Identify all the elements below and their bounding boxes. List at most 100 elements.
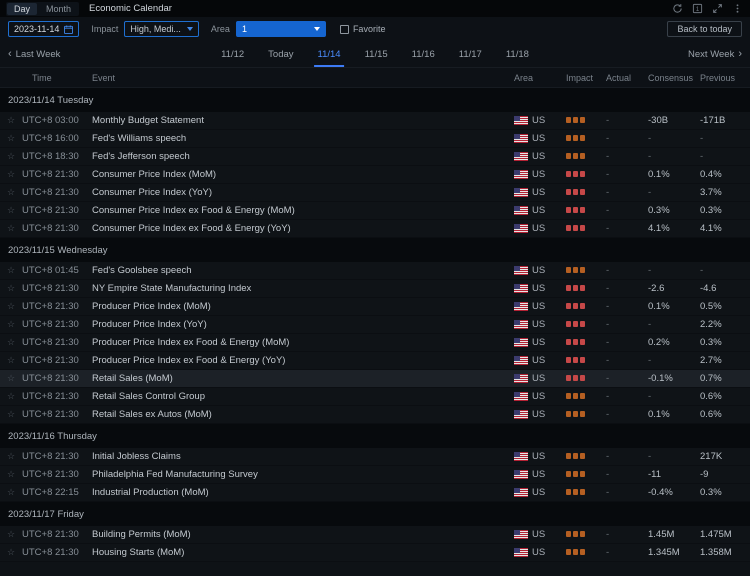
event-row[interactable]: ☆UTC+8 21:30Building Permits (MoM)US-1.4…	[0, 526, 750, 544]
expand-icon[interactable]	[710, 2, 724, 15]
event-row[interactable]: ☆UTC+8 21:30Retail Sales (MoM)US--0.1%0.…	[0, 370, 750, 388]
date-group-header: 2023/11/15 Wednesday	[0, 238, 750, 262]
favorite-star-icon[interactable]: ☆	[0, 373, 22, 384]
chevron-right-icon: ›	[738, 49, 742, 60]
previous-value: -4.6	[700, 283, 750, 294]
event-name: Consumer Price Index ex Food & Energy (Y…	[92, 223, 514, 234]
svg-text:1: 1	[695, 6, 699, 13]
area-code: US	[532, 223, 545, 234]
event-area: US	[514, 409, 566, 420]
event-row[interactable]: ☆UTC+8 03:00Monthly Budget StatementUS--…	[0, 112, 750, 130]
impact-select[interactable]: High, Medi...	[124, 21, 199, 37]
area-select[interactable]: 1	[236, 21, 326, 37]
event-row[interactable]: ☆UTC+8 21:30Producer Price Index ex Food…	[0, 352, 750, 370]
day-tab-11-17[interactable]: 11/17	[453, 41, 488, 67]
favorite-star-icon[interactable]: ☆	[0, 487, 22, 498]
back-to-today-button[interactable]: Back to today	[667, 21, 742, 37]
last-week-button[interactable]: ‹ Last Week	[8, 49, 60, 60]
column-header-impact: Impact	[566, 73, 606, 83]
panel-1-icon[interactable]: 1	[690, 2, 704, 15]
column-header-time: Time	[0, 73, 92, 83]
event-name: Monthly Budget Statement	[92, 115, 514, 126]
favorite-star-icon[interactable]: ☆	[0, 283, 22, 294]
day-tab-today[interactable]: Today	[262, 41, 299, 67]
day-tab-11-14[interactable]: 11/14	[312, 41, 347, 67]
us-flag-icon	[514, 206, 528, 215]
favorite-star-icon[interactable]: ☆	[0, 169, 22, 180]
event-row[interactable]: ☆UTC+8 22:15Industrial Production (MoM)U…	[0, 484, 750, 502]
impact-indicator	[566, 355, 606, 366]
month-view-button[interactable]: Month	[39, 3, 78, 15]
favorite-star-icon[interactable]: ☆	[0, 355, 22, 366]
event-row[interactable]: ☆UTC+8 21:30Producer Price Index (MoM)US…	[0, 298, 750, 316]
event-row[interactable]: ☆UTC+8 21:30NY Empire State Manufacturin…	[0, 280, 750, 298]
event-row[interactable]: ☆UTC+8 21:30Consumer Price Index ex Food…	[0, 220, 750, 238]
event-row[interactable]: ☆UTC+8 21:30Producer Price Index ex Food…	[0, 334, 750, 352]
favorite-star-icon[interactable]: ☆	[0, 451, 22, 462]
actual-value: -	[606, 169, 648, 180]
day-tab-11-15[interactable]: 11/15	[359, 41, 394, 67]
favorite-star-icon[interactable]: ☆	[0, 391, 22, 402]
event-area: US	[514, 223, 566, 234]
event-name: Producer Price Index (YoY)	[92, 319, 514, 330]
previous-value: 0.5%	[700, 301, 750, 312]
area-filter-label: Area	[211, 24, 230, 34]
event-row[interactable]: ☆UTC+8 21:30Consumer Price Index (MoM)US…	[0, 166, 750, 184]
actual-value: -	[606, 319, 648, 330]
calendar-table-body: 2023/11/14 Tuesday☆UTC+8 03:00Monthly Bu…	[0, 88, 750, 576]
event-row[interactable]: ☆UTC+8 18:30Fed's Jefferson speechUS---	[0, 148, 750, 166]
event-row[interactable]: ☆UTC+8 21:30Initial Jobless ClaimsUS--21…	[0, 448, 750, 466]
favorite-star-icon[interactable]: ☆	[0, 409, 22, 420]
event-row[interactable]: ☆UTC+8 21:30Philadelphia Fed Manufacturi…	[0, 466, 750, 484]
event-area: US	[514, 451, 566, 462]
area-code: US	[532, 133, 545, 144]
event-name: Building Permits (MoM)	[92, 529, 514, 540]
event-time: UTC+8 21:30	[22, 223, 92, 234]
favorite-star-icon[interactable]: ☆	[0, 265, 22, 276]
event-row[interactable]: ☆UTC+8 21:30Retail Sales Control GroupUS…	[0, 388, 750, 406]
us-flag-icon	[514, 470, 528, 479]
favorite-star-icon[interactable]: ☆	[0, 469, 22, 480]
day-tab-11-16[interactable]: 11/16	[406, 41, 441, 67]
favorite-star-icon[interactable]: ☆	[0, 223, 22, 234]
column-header-event: Event	[92, 73, 514, 83]
event-row[interactable]: ☆UTC+8 21:30Consumer Price Index ex Food…	[0, 202, 750, 220]
date-value: 2023-11-14	[14, 24, 59, 34]
consensus-value: 0.1%	[648, 409, 700, 420]
next-week-button[interactable]: Next Week ›	[688, 49, 742, 60]
favorite-star-icon[interactable]: ☆	[0, 115, 22, 126]
day-tab-11-12[interactable]: 11/12	[215, 41, 250, 67]
consensus-value: -	[648, 265, 700, 276]
favorite-star-icon[interactable]: ☆	[0, 337, 22, 348]
refresh-icon[interactable]	[670, 2, 684, 15]
event-row[interactable]: ☆UTC+8 01:45Fed's Goolsbee speechUS---	[0, 262, 750, 280]
event-row[interactable]: ☆UTC+8 16:00Fed's Williams speechUS---	[0, 130, 750, 148]
event-area: US	[514, 265, 566, 276]
favorite-star-icon[interactable]: ☆	[0, 547, 22, 558]
us-flag-icon	[514, 266, 528, 275]
consensus-value: 0.1%	[648, 169, 700, 180]
chevron-down-icon	[187, 27, 193, 31]
favorite-star-icon[interactable]: ☆	[0, 133, 22, 144]
day-tab-11-18[interactable]: 11/18	[500, 41, 535, 67]
date-picker[interactable]: 2023-11-14	[8, 21, 79, 37]
previous-value: -171B	[700, 115, 750, 126]
favorite-star-icon[interactable]: ☆	[0, 151, 22, 162]
impact-indicator	[566, 391, 606, 402]
event-row[interactable]: ☆UTC+8 21:30Producer Price Index (YoY)US…	[0, 316, 750, 334]
consensus-value: -0.1%	[648, 373, 700, 384]
impact-filter-label: Impact	[91, 24, 118, 34]
more-icon[interactable]	[730, 2, 744, 15]
day-view-button[interactable]: Day	[7, 3, 37, 15]
impact-indicator	[566, 547, 606, 558]
event-row[interactable]: ☆UTC+8 21:30Housing Starts (MoM)US-1.345…	[0, 544, 750, 562]
favorite-checkbox[interactable]: Favorite	[340, 24, 386, 34]
favorite-star-icon[interactable]: ☆	[0, 301, 22, 312]
favorite-star-icon[interactable]: ☆	[0, 529, 22, 540]
event-time: UTC+8 01:45	[22, 265, 92, 276]
favorite-star-icon[interactable]: ☆	[0, 205, 22, 216]
favorite-star-icon[interactable]: ☆	[0, 319, 22, 330]
favorite-star-icon[interactable]: ☆	[0, 187, 22, 198]
event-row[interactable]: ☆UTC+8 21:30Consumer Price Index (YoY)US…	[0, 184, 750, 202]
event-row[interactable]: ☆UTC+8 21:30Retail Sales ex Autos (MoM)U…	[0, 406, 750, 424]
